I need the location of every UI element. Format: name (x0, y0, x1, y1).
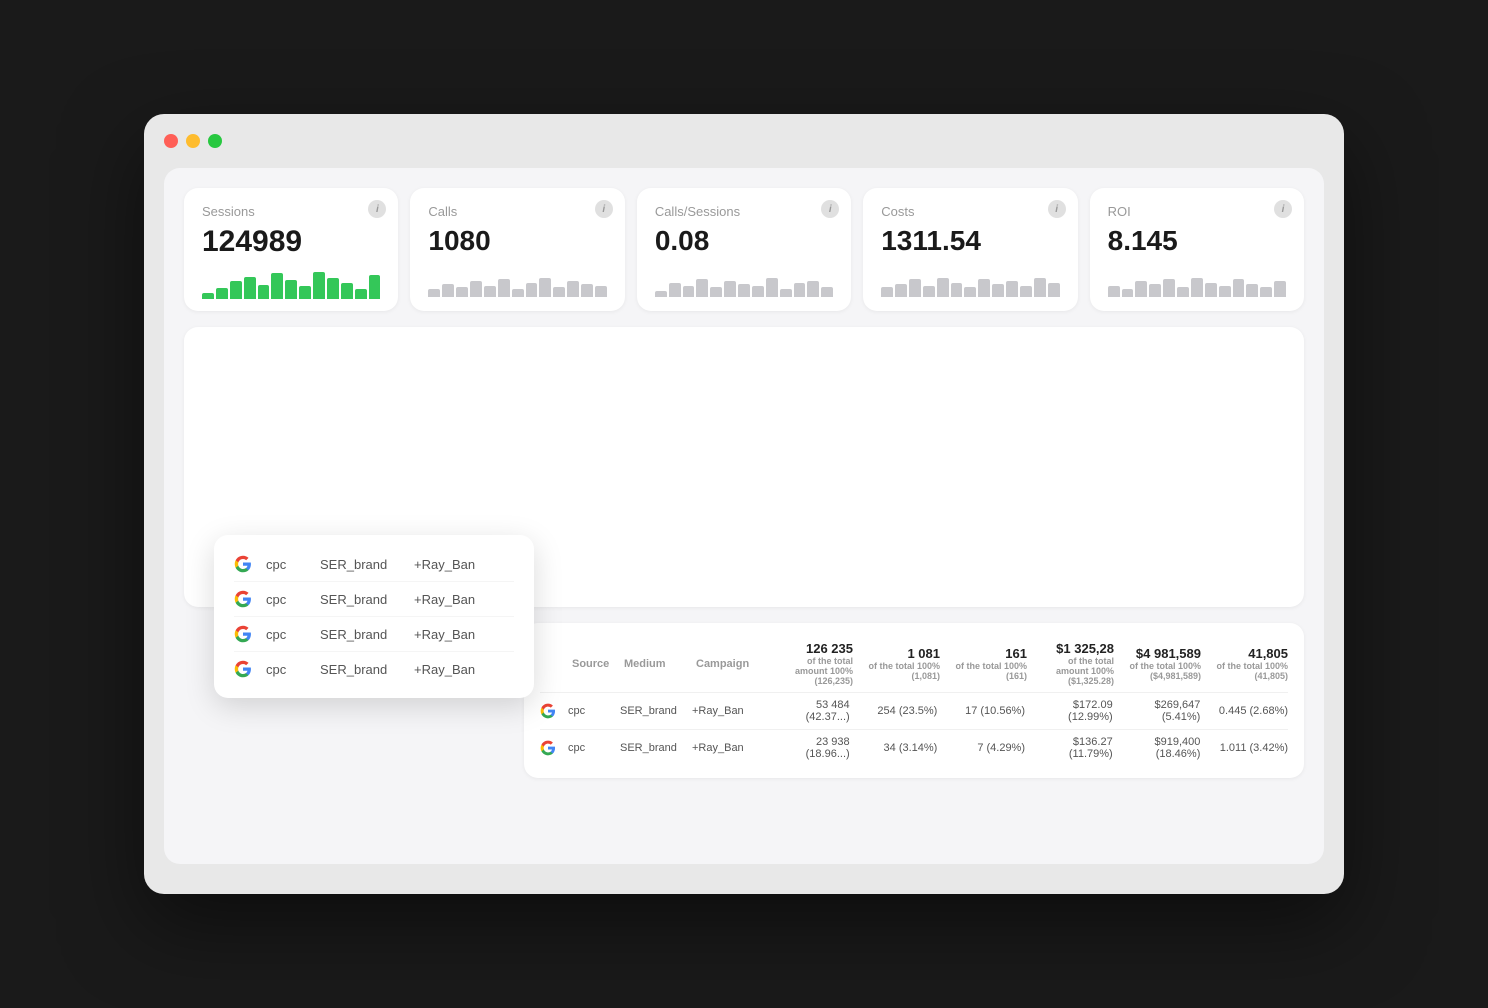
mini-chart-sessions (202, 267, 380, 299)
kpi-card-calls-sessions: i Calls/Sessions 0.08 (637, 188, 851, 311)
mini-chart-roi (1108, 265, 1286, 297)
row2-cs: 7 (4.29%) (949, 742, 1025, 754)
row2-source: cpc (568, 742, 608, 754)
row2-medium: SER_brand (620, 742, 680, 754)
kpi-label-calls-sessions: Calls/Sessions (655, 204, 833, 219)
table-row[interactable]: cpc SER_brand +Ray_Ban 23 938 (18.96...)… (540, 730, 1288, 766)
row1-sessions: 53 484 (42.37...) (774, 699, 850, 723)
google-icon (234, 555, 252, 573)
info-icon-calls-sessions[interactable]: i (821, 200, 839, 218)
total-calls: 1 081 (865, 646, 940, 661)
row2-calls: 34 (3.14%) (862, 742, 938, 754)
kpi-row: i Sessions 124989 (184, 188, 1304, 311)
kpi-label-roi: ROI (1108, 204, 1286, 219)
google-icon (540, 703, 556, 719)
mini-chart-calls (428, 265, 606, 297)
tooltip-campaign-2: SER_brand (320, 592, 400, 607)
info-icon-calls[interactable]: i (595, 200, 613, 218)
total-calls-sub: of the total 100% (1,081) (865, 661, 940, 681)
total-roi-sub: of the total 100% (41,805) (1213, 661, 1288, 681)
table-totals-row: Source Medium Campaign 126 235 of the to… (540, 635, 1288, 693)
google-icon (540, 740, 556, 756)
kpi-value-costs: 1311.54 (881, 225, 1059, 257)
kpi-value-roi: 8.145 (1108, 225, 1286, 257)
row1-campaign: +Ray_Ban (692, 705, 762, 717)
kpi-value-calls: 1080 (428, 225, 606, 257)
tooltip-card: cpc SER_brand +Ray_Ban cpc SER_brand +Ra… (214, 535, 534, 698)
row2-roi: 1.011 (3.42%) (1212, 742, 1288, 754)
total-cs-sub: of the total 100% (161) (952, 661, 1027, 681)
kpi-card-sessions: i Sessions 124989 (184, 188, 398, 311)
table-row[interactable]: cpc SER_brand +Ray_Ban 53 484 (42.37...)… (540, 693, 1288, 730)
total-costs-sub: of the total amount 100% ($1,325.28) (1039, 656, 1114, 686)
app-content: i Sessions 124989 (164, 168, 1324, 864)
kpi-card-costs: i Costs 1311.54 (863, 188, 1077, 311)
mini-chart-costs (881, 265, 1059, 297)
tooltip-campaign-3: SER_brand (320, 627, 400, 642)
screen-wrapper: i Sessions 124989 (144, 114, 1344, 894)
kpi-value-sessions: 124989 (202, 225, 380, 259)
tooltip-medium-1: cpc (266, 557, 306, 572)
kpi-label-calls: Calls (428, 204, 606, 219)
google-icon (234, 660, 252, 678)
tooltip-campaign-4: SER_brand (320, 662, 400, 677)
tooltip-row: cpc SER_brand +Ray_Ban (234, 617, 514, 652)
kpi-label-sessions: Sessions (202, 204, 380, 219)
main-bar-chart (200, 343, 1288, 563)
info-icon-roi[interactable]: i (1274, 200, 1292, 218)
google-icon (234, 625, 252, 643)
mini-chart-calls-sessions (655, 265, 833, 297)
kpi-card-calls: i Calls 1080 (410, 188, 624, 311)
row1-costs: $172.09 (12.99%) (1037, 699, 1113, 723)
row1-revenue: $269,647 (5.41%) (1125, 699, 1201, 723)
minimize-button[interactable] (186, 134, 200, 148)
total-revenue-sub: of the total 100% ($4,981,589) (1126, 661, 1201, 681)
kpi-card-roi: i ROI 8.145 (1090, 188, 1304, 311)
row1-cs: 17 (10.56%) (949, 705, 1025, 717)
tooltip-keyword-2: +Ray_Ban (414, 592, 484, 607)
total-revenue: $4 981,589 (1126, 646, 1201, 661)
row1-medium: SER_brand (620, 705, 680, 717)
total-sessions-sub: of the total amount 100% (126,235) (778, 656, 853, 686)
tooltip-keyword-4: +Ray_Ban (414, 662, 484, 677)
row1-roi: 0.445 (2.68%) (1212, 705, 1288, 717)
tooltip-medium-2: cpc (266, 592, 306, 607)
kpi-label-costs: Costs (881, 204, 1059, 219)
close-button[interactable] (164, 134, 178, 148)
kpi-value-calls-sessions: 0.08 (655, 225, 833, 257)
maximize-button[interactable] (208, 134, 222, 148)
row2-sessions: 23 938 (18.96...) (774, 736, 850, 760)
tooltip-keyword-1: +Ray_Ban (414, 557, 484, 572)
total-cs: 161 (952, 646, 1027, 661)
tooltip-row: cpc SER_brand +Ray_Ban (234, 582, 514, 617)
table-area: Source Medium Campaign 126 235 of the to… (524, 623, 1304, 778)
info-icon-costs[interactable]: i (1048, 200, 1066, 218)
tooltip-campaign-1: SER_brand (320, 557, 400, 572)
tooltip-keyword-3: +Ray_Ban (414, 627, 484, 642)
tooltip-medium-4: cpc (266, 662, 306, 677)
info-icon-sessions[interactable]: i (368, 200, 386, 218)
tooltip-row: cpc SER_brand +Ray_Ban (234, 547, 514, 582)
row2-campaign: +Ray_Ban (692, 742, 762, 754)
main-container: cpc SER_brand +Ray_Ban cpc SER_brand +Ra… (184, 327, 1304, 778)
tooltip-medium-3: cpc (266, 627, 306, 642)
google-icon (234, 590, 252, 608)
row1-calls: 254 (23.5%) (862, 705, 938, 717)
row1-source: cpc (568, 705, 608, 717)
row2-revenue: $919,400 (18.46%) (1125, 736, 1201, 760)
total-roi: 41,805 (1213, 646, 1288, 661)
tooltip-row: cpc SER_brand +Ray_Ban (234, 652, 514, 686)
traffic-light (164, 134, 1324, 148)
total-costs: $1 325,28 (1039, 641, 1114, 656)
total-sessions: 126 235 (778, 641, 853, 656)
row2-costs: $136.27 (11.79%) (1037, 736, 1113, 760)
